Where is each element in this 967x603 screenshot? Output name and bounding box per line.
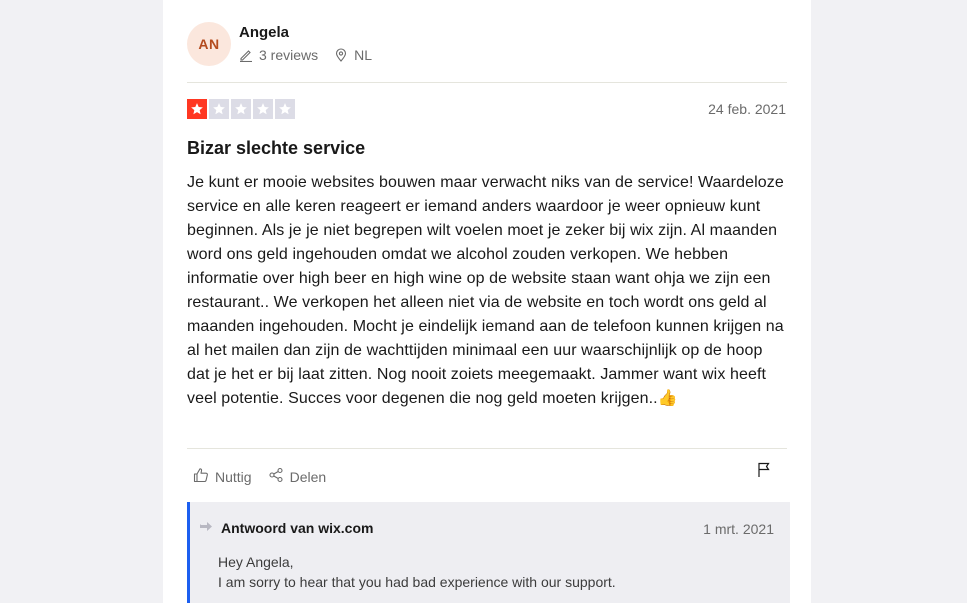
actions-divider [187,448,787,449]
reviews-count: 3 reviews [239,47,318,63]
pencil-icon [239,48,253,62]
review-date: 24 feb. 2021 [708,101,786,117]
share-icon [268,467,284,486]
thumbs-up-icon [193,467,209,486]
reply-line: I am sorry to hear that you had bad expe… [218,574,616,590]
star-filled-icon [187,99,207,119]
reply-title: Antwoord van wix.com [221,520,374,536]
reply-line: Hey Angela, [218,554,294,570]
reply-arrow-icon [199,520,213,536]
reviewer-country: NL [334,47,372,63]
star-empty-icon [209,99,229,119]
reviews-count-label: 3 reviews [259,47,319,63]
share-button[interactable]: Delen [268,467,327,486]
reviewer-name[interactable]: Angela [239,24,289,41]
company-reply: Antwoord van wix.com 1 mrt. 2021 Hey Ang… [187,502,790,603]
review-card: AN Angela 3 reviews NL 24 feb. 2021 Biza… [163,0,811,603]
star-empty-icon [253,99,273,119]
report-flag-icon[interactable] [757,462,771,483]
reply-date: 1 mrt. 2021 [703,521,774,537]
review-body: Je kunt er mooie websites bouwen maar ve… [187,174,784,407]
reviewer-meta: 3 reviews NL [239,47,388,63]
star-rating [187,99,295,119]
review-actions: Nuttig Delen [193,467,342,486]
useful-button[interactable]: Nuttig [193,467,252,486]
header-divider [187,82,787,83]
location-pin-icon [334,48,348,62]
reply-header: Antwoord van wix.com [199,520,373,536]
useful-label: Nuttig [215,468,252,485]
avatar[interactable]: AN [187,22,231,66]
star-empty-icon [231,99,251,119]
reply-body: Hey Angela, I am sorry to hear that you … [218,552,616,592]
share-label: Delen [289,468,327,485]
country-label: NL [354,47,373,63]
review-title[interactable]: Bizar slechte service [187,138,365,159]
star-empty-icon [275,99,295,119]
